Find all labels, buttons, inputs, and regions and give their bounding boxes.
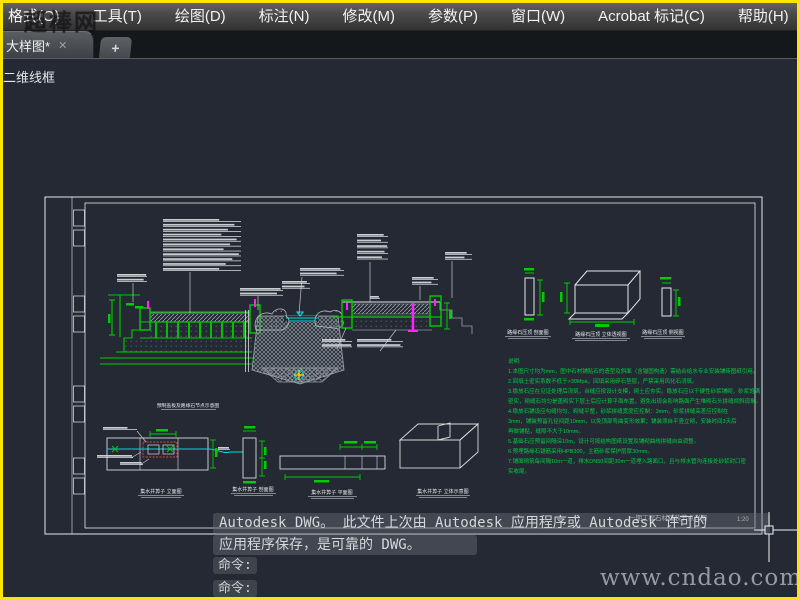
road-section-detail <box>332 295 473 334</box>
menu-help[interactable]: 帮助(H) <box>738 5 789 26</box>
menu-window[interactable]: 窗口(W) <box>511 5 565 26</box>
curb-stone-figures: 路缘石压顶 剖面图 路缘石压顶 立体透视图 路缘石压顶 侧视图 <box>505 270 685 341</box>
figure-label: 路缘石压顶 立体透视图 <box>575 331 626 338</box>
svg-text:预制盖板及路缘石节点示意图: 预制盖板及路缘石节点示意图 <box>157 402 220 409</box>
menu-acrobat-markup[interactable]: Acrobat 标记(C) <box>598 5 705 26</box>
grate-details: 预制盖板及路缘石节点示意图 集水井箅子 立面图 集水井箅子 剖面图 集水井箅子 … <box>106 402 480 499</box>
svg-text:集水井箅子 平面图: 集水井箅子 平面图 <box>311 489 352 496</box>
svg-text:集水井箅子 立面图: 集水井箅子 立面图 <box>140 488 181 495</box>
tab-label: 大样图* <box>6 38 51 54</box>
capture-highlight-border <box>0 0 800 600</box>
deck-section-detail <box>100 294 261 372</box>
svg-text:7.铺面砌筑每间隔10m一道，排水DN50间距30m一道埋入: 7.铺面砌筑每间隔10m一道，排水DN50间距30m一道埋入路面口，且与排水管沟… <box>508 457 747 465</box>
annotation-micro-text <box>97 219 472 465</box>
crosshair-cursor <box>754 512 800 562</box>
svg-text:集水井箅子 剖面图: 集水井箅子 剖面图 <box>232 486 273 493</box>
svg-text:1.本图尺寸均为mm，图中石材铺贴石的造型及斜面（含锚固构造: 1.本图尺寸均为mm，图中石材铺贴石的造型及斜面（含锚固构造）需结合给水专业安装… <box>508 367 758 375</box>
command-prompt-input[interactable]: 命令: <box>213 580 257 597</box>
svg-text:3mm，铺装预留孔径间距10mm，以免顶部弯曲变形效果；铺装: 3mm，铺装预留孔径间距10mm，以免顶部弯曲变形效果；铺装须自平竖立砌，安装时… <box>508 417 737 425</box>
dwg-trust-notice-line1: Autodesk DWG。 此文件上次由 Autodesk 应用程序或 Auto… <box>213 513 770 534</box>
drawing-frame <box>44 196 763 535</box>
center-marker-icon <box>294 370 304 380</box>
dwg-trust-notice-line2: 应用程序保存，是可靠的 DWG。 <box>213 535 477 555</box>
plus-icon: + <box>110 39 121 56</box>
site-watermark: www.cndao.com <box>600 565 800 591</box>
menu-draw[interactable]: 绘图(D) <box>175 5 226 26</box>
figure-label: 路缘石压顶 剖面图 <box>507 329 548 336</box>
grate-opening-dashed <box>142 441 178 458</box>
figure-label: 路缘石压顶 侧视图 <box>642 329 683 336</box>
svg-text:3.稳放石应在见证处理后浇筑，台缝应按设计支模，砌土应夯实。: 3.稳放石应在见证处理后浇筑，台缝应按设计支模，砌土应夯实。稳放石应以干硬性砂浆… <box>508 387 761 395</box>
menu-format[interactable]: 格式(O) <box>8 5 60 26</box>
command-prompt-history: 命令: <box>213 557 257 574</box>
cad-app-window: { "menu": { "items": ["格式(O)", "工具(T)", … <box>0 0 800 600</box>
tab-drawing[interactable]: 大样图* ✕ <box>0 31 94 58</box>
svg-text:说明:: 说明: <box>508 357 521 365</box>
viewport-visual-style-control[interactable]: 二维线框 <box>3 67 55 86</box>
svg-text:6.预埋路缘石锚筋采用HPB300，主筋砂浆保护层厚30mm: 6.预埋路缘石锚筋采用HPB300，主筋砂浆保护层厚30mm。 <box>508 447 653 455</box>
menu-modify[interactable]: 修改(M) <box>342 5 395 26</box>
cad-drawing-canvas: 路缘石压顶 剖面图 路缘石压顶 立体透视图 路缘石压顶 侧视图 说明: 1.本图… <box>44 196 763 535</box>
notes-block: 说明: 1.本图尺寸均为mm，图中石材铺贴石的造型及斜面（含锚固构造）需结合给水… <box>508 357 761 475</box>
menu-parametric[interactable]: 参数(P) <box>428 5 478 26</box>
svg-text:实收尾。: 实收尾。 <box>508 467 530 475</box>
trench-drain-detail <box>251 308 345 385</box>
leader-lines <box>130 261 453 466</box>
menu-bar: 格式(O) 工具(T) 绘图(D) 标注(N) 修改(M) 参数(P) 窗口(W… <box>0 0 800 31</box>
boulder-left <box>254 308 290 331</box>
water-line <box>107 448 243 453</box>
menu-dimension[interactable]: 标注(N) <box>259 5 310 26</box>
svg-text:集水井箅子 立体示意图: 集水井箅子 立体示意图 <box>417 488 468 495</box>
new-tab-button[interactable]: + <box>98 37 133 58</box>
boulder-right <box>314 310 344 329</box>
svg-text:4.稳放石铺设应勾缝均匀、砌缝平整，砂浆拼缝宽度应控制：3m: 4.稳放石铺设应勾缝均匀、砌缝平整，砂浆拼缝宽度应控制：3mm，砂浆拼缝高差应控… <box>508 407 729 415</box>
dimension-micro-text <box>108 268 681 484</box>
water-level-symbol <box>286 311 318 322</box>
file-tab-bar: 大样图* ✕ + <box>0 31 800 59</box>
svg-text:5.基础石应预留间隔深10m，设计可按结构图纸设置及铺砌曲线: 5.基础石应预留间隔深10m，设计可按结构图纸设置及铺砌曲线拼缝自由调整。 <box>508 437 699 445</box>
svg-text:再做铺贴，缝隙不大于10mm。: 再做铺贴，缝隙不大于10mm。 <box>508 427 584 435</box>
svg-text:2.回填土密实系数不低于>30Mpa，回填采用碎石垫层，严禁: 2.回填土密实系数不低于>30Mpa，回填采用碎石垫层，严禁采用风化石浇筑。 <box>508 377 698 385</box>
drain-pipe <box>408 303 418 332</box>
tab-close-icon[interactable]: ✕ <box>58 39 67 52</box>
menu-tools[interactable]: 工具(T) <box>93 5 142 26</box>
svg-text:密实，砌缝石均匀是盖砌实下层土后应计算平面布置，避免出现会影: 密实，砌缝石均匀是盖砌实下层土后应计算平面布置，避免出现会影响路面产生堆砌石头拼… <box>508 397 761 405</box>
